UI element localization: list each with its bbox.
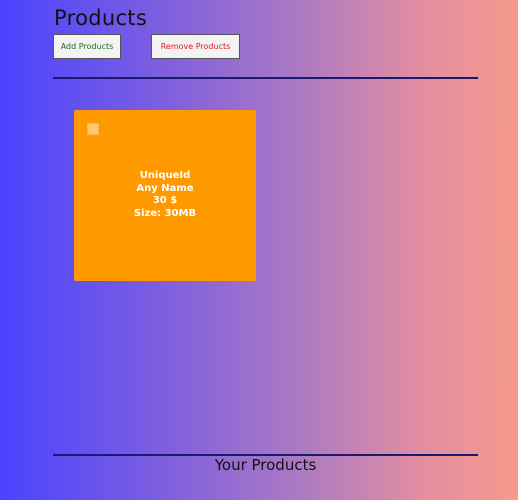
product-details: UniqueId Any Name 30 $ Size: 30MB [74, 170, 256, 220]
add-products-button[interactable]: Add Products [53, 34, 121, 59]
your-products-heading: Your Products [214, 456, 317, 474]
page-title: Products [54, 6, 148, 30]
product-id: UniqueId [139, 170, 191, 181]
product-card[interactable]: UniqueId Any Name 30 $ Size: 30MB [74, 110, 256, 281]
product-price: 30 $ [152, 195, 178, 206]
remove-products-button[interactable]: Remove Products [151, 34, 240, 59]
top-divider [53, 77, 478, 79]
product-size: Size: 30MB [133, 207, 197, 219]
product-name: Any Name [136, 182, 194, 194]
product-select-checkbox[interactable] [87, 123, 99, 135]
